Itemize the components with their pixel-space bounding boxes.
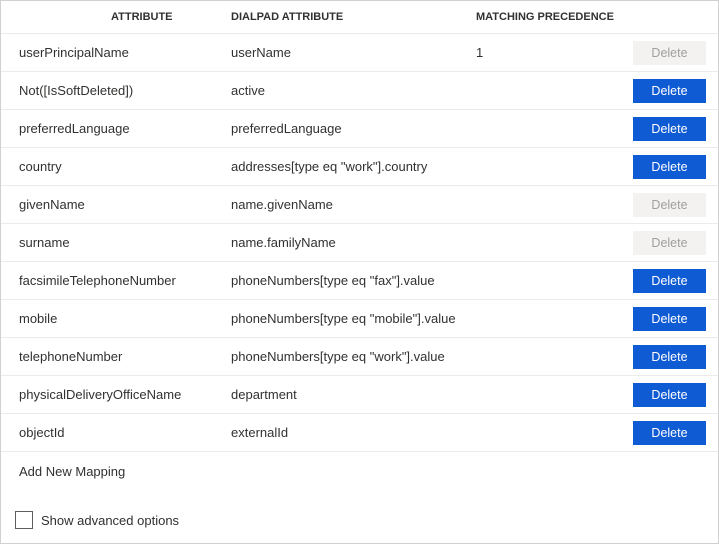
table-row[interactable]: surnamename.familyName Delete <box>1 224 718 262</box>
cell-action: Delete <box>628 269 718 293</box>
cell-attribute: surname <box>1 235 231 250</box>
delete-button: Delete <box>633 231 706 255</box>
delete-button[interactable]: Delete <box>633 307 706 331</box>
cell-attribute: objectId <box>1 425 231 440</box>
delete-button[interactable]: Delete <box>633 383 706 407</box>
show-advanced-checkbox[interactable] <box>15 511 33 529</box>
delete-button[interactable]: Delete <box>633 421 706 445</box>
show-advanced-label: Show advanced options <box>41 513 179 528</box>
cell-dialpad-attribute: name.familyName <box>231 235 466 250</box>
table-body: userPrincipalNameuserName1DeleteNot([IsS… <box>1 34 718 452</box>
cell-attribute: userPrincipalName <box>1 45 231 60</box>
cell-dialpad-attribute: phoneNumbers[type eq "fax"].value <box>231 273 466 288</box>
cell-action: Delete <box>628 231 718 255</box>
attribute-mapping-panel: ATTRIBUTE DIALPAD ATTRIBUTE MATCHING PRE… <box>0 0 719 544</box>
table-row[interactable]: facsimileTelephoneNumberphoneNumbers[typ… <box>1 262 718 300</box>
cell-dialpad-attribute: externalId <box>231 425 466 440</box>
cell-dialpad-attribute: name.givenName <box>231 197 466 212</box>
header-dialpad-attribute: DIALPAD ATTRIBUTE <box>231 11 466 23</box>
table-row[interactable]: countryaddresses[type eq "work"].country… <box>1 148 718 186</box>
table-row[interactable]: Not([IsSoftDeleted])active Delete <box>1 72 718 110</box>
cell-dialpad-attribute: preferredLanguage <box>231 121 466 136</box>
table-row[interactable]: givenNamename.givenName Delete <box>1 186 718 224</box>
add-new-mapping-link[interactable]: Add New Mapping <box>1 452 718 493</box>
delete-button: Delete <box>633 193 706 217</box>
cell-action: Delete <box>628 193 718 217</box>
table-row[interactable]: userPrincipalNameuserName1 Delete <box>1 34 718 72</box>
delete-button[interactable]: Delete <box>633 345 706 369</box>
cell-attribute: facsimileTelephoneNumber <box>1 273 231 288</box>
cell-attribute: physicalDeliveryOfficeName <box>1 387 231 402</box>
table-row[interactable]: physicalDeliveryOfficeNamedepartment Dele… <box>1 376 718 414</box>
cell-attribute: Not([IsSoftDeleted]) <box>1 83 231 98</box>
delete-button[interactable]: Delete <box>633 269 706 293</box>
cell-dialpad-attribute: active <box>231 83 466 98</box>
table-header: ATTRIBUTE DIALPAD ATTRIBUTE MATCHING PRE… <box>1 1 718 34</box>
cell-attribute: country <box>1 159 231 174</box>
cell-dialpad-attribute: addresses[type eq "work"].country <box>231 159 466 174</box>
table-row[interactable]: telephoneNumberphoneNumbers[type eq "wor… <box>1 338 718 376</box>
header-attribute: ATTRIBUTE <box>1 11 231 23</box>
delete-button[interactable]: Delete <box>633 79 706 103</box>
cell-dialpad-attribute: department <box>231 387 466 402</box>
cell-attribute: givenName <box>1 197 231 212</box>
cell-action: Delete <box>628 345 718 369</box>
cell-action: Delete <box>628 117 718 141</box>
cell-action: Delete <box>628 421 718 445</box>
cell-action: Delete <box>628 383 718 407</box>
cell-attribute: telephoneNumber <box>1 349 231 364</box>
cell-attribute: mobile <box>1 311 231 326</box>
cell-dialpad-attribute: userName <box>231 45 466 60</box>
table-row[interactable]: objectIdexternalId Delete <box>1 414 718 452</box>
cell-action: Delete <box>628 79 718 103</box>
cell-action: Delete <box>628 41 718 65</box>
footer: Show advanced options <box>1 493 718 543</box>
cell-dialpad-attribute: phoneNumbers[type eq "mobile"].value <box>231 311 466 326</box>
cell-attribute: preferredLanguage <box>1 121 231 136</box>
delete-button: Delete <box>633 41 706 65</box>
cell-dialpad-attribute: phoneNumbers[type eq "work"].value <box>231 349 466 364</box>
delete-button[interactable]: Delete <box>633 155 706 179</box>
delete-button[interactable]: Delete <box>633 117 706 141</box>
cell-matching-precedence: 1 <box>466 45 628 60</box>
table-row[interactable]: mobilephoneNumbers[type eq "mobile"].val… <box>1 300 718 338</box>
cell-action: Delete <box>628 155 718 179</box>
cell-action: Delete <box>628 307 718 331</box>
header-matching-precedence: MATCHING PRECEDENCE <box>466 11 628 23</box>
table-row[interactable]: preferredLanguagepreferredLanguage Delete <box>1 110 718 148</box>
